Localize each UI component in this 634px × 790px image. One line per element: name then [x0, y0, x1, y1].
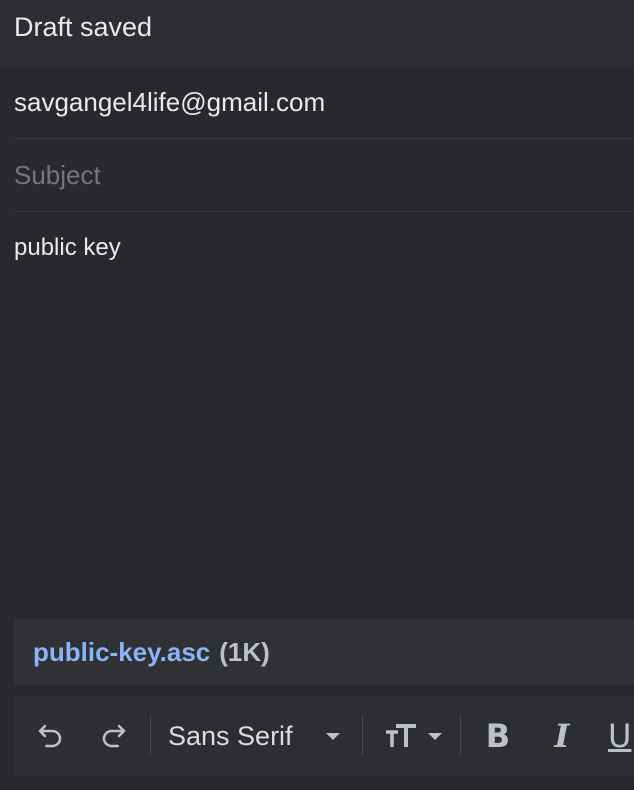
recipient-value[interactable]: savgangel4life@gmail.com	[14, 87, 325, 118]
italic-button[interactable]: I	[544, 697, 580, 775]
text-size-button[interactable]	[380, 697, 448, 775]
undo-icon	[38, 724, 62, 748]
redo-button[interactable]	[96, 697, 132, 775]
bold-button[interactable]: B	[480, 697, 516, 775]
message-body[interactable]: public key	[14, 234, 634, 262]
redo-icon	[102, 724, 126, 748]
attachment-name[interactable]: public-key.asc	[33, 637, 210, 668]
text-size-icon	[386, 724, 416, 747]
underline-button[interactable]: U	[608, 697, 634, 775]
toolbar-divider	[362, 715, 363, 755]
draft-status: Draft saved	[14, 12, 153, 42]
compose-header: Draft saved	[0, 0, 634, 67]
toolbar-divider	[460, 715, 461, 755]
toolbar-divider	[150, 715, 151, 755]
chevron-down-icon	[325, 733, 340, 740]
attachment-size: (1K)	[219, 636, 270, 667]
italic-icon: I	[554, 717, 570, 755]
bold-icon: B	[485, 717, 511, 755]
undo-button[interactable]	[32, 697, 68, 775]
font-family-label: Sans Serif	[168, 720, 293, 751]
formatting-toolbar: Sans Serif B I U	[14, 697, 634, 775]
to-field[interactable]: savgangel4life@gmail.com	[14, 68, 634, 139]
underline-icon: U	[608, 717, 632, 755]
attachment-chip[interactable]: public-key.asc (1K)	[14, 619, 634, 685]
subject-input[interactable]	[14, 159, 634, 191]
font-family-select[interactable]: Sans Serif	[168, 697, 350, 775]
subject-field[interactable]	[14, 139, 634, 212]
chevron-down-icon	[428, 733, 442, 740]
